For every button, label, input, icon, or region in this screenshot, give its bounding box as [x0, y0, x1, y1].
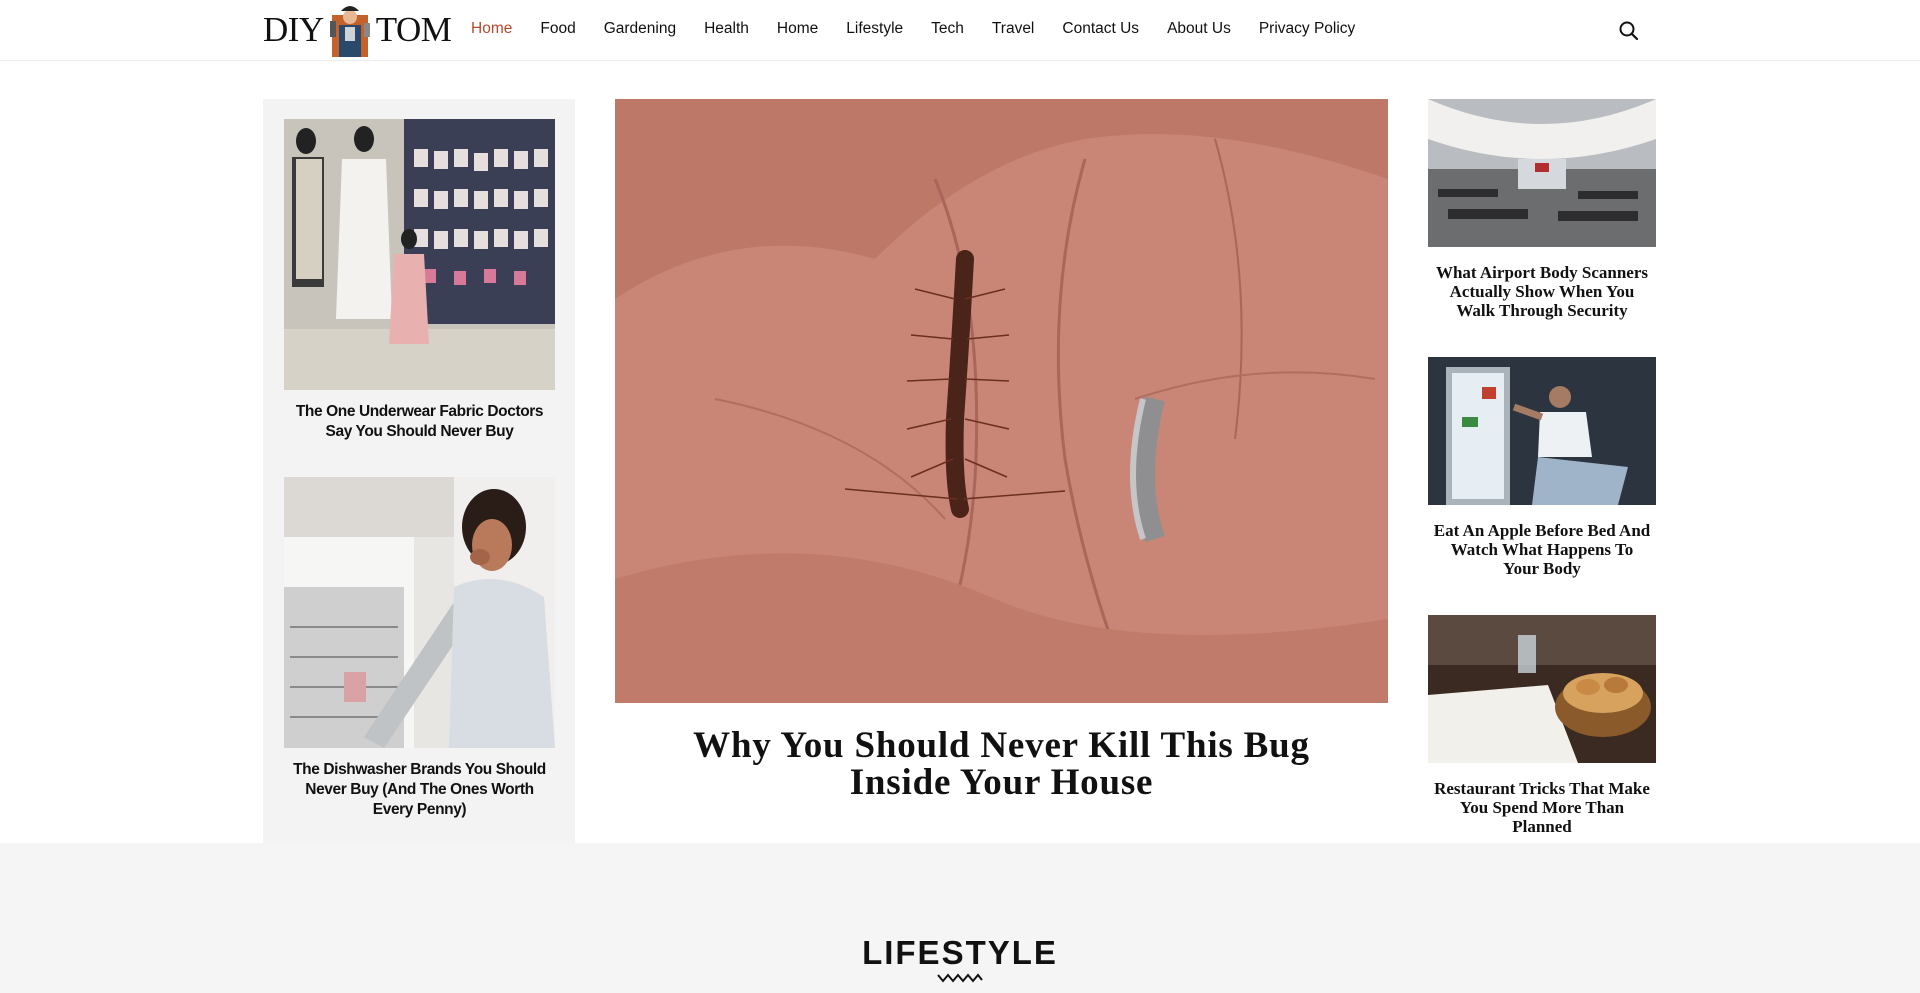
- article-thumbnail-restaurant[interactable]: [1428, 615, 1656, 763]
- main-nav: Home Food Gardening Health Home Lifestyl…: [471, 20, 1383, 38]
- section-title: LIFESTYLE: [862, 934, 1058, 971]
- article-title[interactable]: The Dishwasher Brands You Should Never B…: [284, 760, 555, 820]
- logo-mascot-icon: [326, 1, 374, 57]
- lifestyle-section: LIFESTYLE: [0, 843, 1920, 993]
- nav-item-gardening[interactable]: Gardening: [604, 20, 676, 38]
- article-thumbnail-dishwasher[interactable]: [284, 477, 555, 748]
- featured-image[interactable]: [615, 99, 1388, 703]
- nav-item-contact-us[interactable]: Contact Us: [1062, 20, 1139, 38]
- article-thumbnail-underwear[interactable]: [284, 119, 555, 390]
- nav-item-lifestyle[interactable]: Lifestyle: [846, 20, 903, 38]
- article-thumbnail-apple[interactable]: [1428, 357, 1656, 505]
- nav-item-health[interactable]: Health: [704, 20, 749, 38]
- article-title[interactable]: Restaurant Tricks That Make You Spend Mo…: [1428, 779, 1656, 836]
- article-card-underwear[interactable]: The One Underwear Fabric Doctors Say You…: [284, 119, 555, 442]
- site-logo[interactable]: DIY TOM: [263, 0, 452, 58]
- nav-item-about-us[interactable]: About Us: [1167, 20, 1231, 38]
- featured-title[interactable]: Why You Should Never Kill This Bug Insid…: [615, 727, 1388, 801]
- article-card-airport[interactable]: What Airport Body Scanners Actually Show…: [1428, 99, 1656, 320]
- article-thumbnail-airport[interactable]: [1428, 99, 1656, 247]
- nav-item-food[interactable]: Food: [540, 20, 575, 38]
- search-icon[interactable]: [1618, 20, 1640, 42]
- article-title[interactable]: The One Underwear Fabric Doctors Say You…: [284, 402, 555, 442]
- site-header: DIY TOM Home Food Gardening Health Home …: [0, 0, 1920, 61]
- nav-item-travel[interactable]: Travel: [992, 20, 1035, 38]
- left-sidebar: The One Underwear Fabric Doctors Say You…: [263, 99, 575, 844]
- article-title[interactable]: What Airport Body Scanners Actually Show…: [1428, 263, 1656, 320]
- nav-item-tech[interactable]: Tech: [931, 20, 964, 38]
- article-card-dishwasher[interactable]: The Dishwasher Brands You Should Never B…: [284, 477, 555, 820]
- featured-article[interactable]: Why You Should Never Kill This Bug Insid…: [615, 99, 1388, 801]
- nav-item-home[interactable]: Home: [471, 20, 512, 38]
- article-title[interactable]: Eat An Apple Before Bed And Watch What H…: [1428, 521, 1656, 578]
- logo-text-left: DIY: [263, 9, 324, 49]
- nav-item-home-2[interactable]: Home: [777, 20, 818, 38]
- article-card-restaurant[interactable]: Restaurant Tricks That Make You Spend Mo…: [1428, 615, 1656, 836]
- squiggle-divider-icon: [937, 971, 983, 983]
- article-card-apple[interactable]: Eat An Apple Before Bed And Watch What H…: [1428, 357, 1656, 578]
- nav-item-privacy-policy[interactable]: Privacy Policy: [1259, 20, 1355, 38]
- logo-text-right: TOM: [375, 9, 452, 49]
